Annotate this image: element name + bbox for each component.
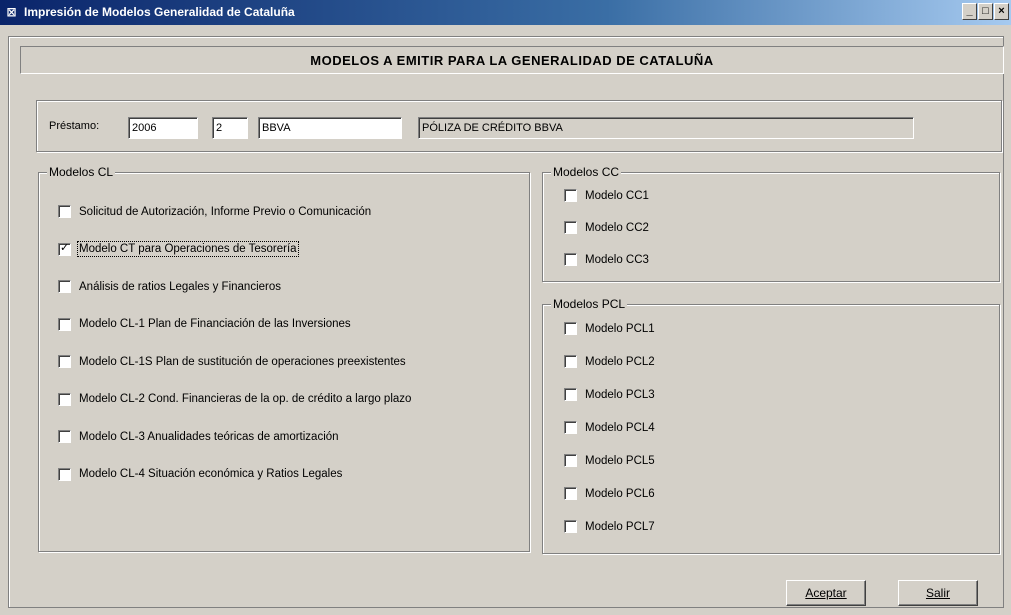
checkbox-label[interactable]: Modelo PCL3 [585, 389, 655, 401]
modelos-pcl-item[interactable]: Modelo PCL3 [564, 388, 655, 401]
page-title: MODELOS A EMITIR PARA LA GENERALIDAD DE … [310, 53, 714, 68]
checkbox-label[interactable]: Solicitud de Autorización, Informe Previ… [79, 206, 371, 218]
checkbox-label[interactable]: Modelo CL-1 Plan de Financiación de las … [79, 318, 351, 330]
close-button[interactable]: × [994, 3, 1009, 20]
checkbox[interactable] [564, 454, 577, 467]
checkbox[interactable] [564, 355, 577, 368]
checkbox-label[interactable]: Modelo CL-4 Situación económica y Ratios… [79, 468, 342, 480]
checkbox[interactable] [564, 487, 577, 500]
checkbox-label[interactable]: Modelo CC2 [585, 222, 649, 234]
modelos-cl-item[interactable]: Modelo CL-1S Plan de sustitución de oper… [58, 355, 406, 368]
checkbox[interactable] [564, 253, 577, 266]
app-icon[interactable]: ⊠ [4, 5, 19, 20]
exit-button-label: Salir [925, 586, 950, 600]
prestamo-year-field[interactable]: 2006 [128, 117, 198, 139]
modelos-cl-item[interactable]: Análisis de ratios Legales y Financieros [58, 280, 281, 293]
checkbox-label[interactable]: Modelo CC3 [585, 254, 649, 266]
checkbox[interactable] [58, 280, 71, 293]
checkbox-label[interactable]: Modelo CL-1S Plan de sustitución de oper… [79, 356, 406, 368]
modelos-cl-item[interactable]: Solicitud de Autorización, Informe Previ… [58, 205, 371, 218]
modelos-pcl-item[interactable]: Modelo PCL5 [564, 454, 655, 467]
modelos-pcl-item[interactable]: Modelo PCL7 [564, 520, 655, 533]
accept-button-label: Aceptar [805, 586, 847, 600]
modelos-pcl-item[interactable]: Modelo PCL4 [564, 421, 655, 434]
modelos-cl-item[interactable]: Modelo CL-1 Plan de Financiación de las … [58, 317, 351, 331]
accept-button[interactable]: Aceptar [786, 580, 866, 606]
modelos-cc-item[interactable]: Modelo CC3 [564, 253, 649, 266]
checkbox-label[interactable]: Modelo CC1 [585, 190, 649, 202]
checkbox-label[interactable]: Análisis de ratios Legales y Financieros [79, 281, 281, 293]
checkbox-label[interactable]: Modelo CL-3 Anualidades teóricas de amor… [79, 431, 339, 443]
checkbox[interactable] [58, 430, 71, 443]
title-bar[interactable]: ⊠ Impresión de Modelos Generalidad de Ca… [0, 0, 1011, 25]
checkbox-label[interactable]: Modelo CL-2 Cond. Financieras de la op. … [79, 393, 411, 405]
checkbox-label[interactable]: Modelo PCL7 [585, 521, 655, 533]
modelos-cc-title: Modelos CC [551, 165, 622, 179]
checkbox-label[interactable]: Modelo PCL2 [585, 356, 655, 368]
checkbox[interactable] [564, 189, 577, 202]
prestamo-description-field: PÓLIZA DE CRÉDITO BBVA [418, 117, 914, 139]
checkbox-label[interactable]: Modelo PCL1 [585, 323, 655, 335]
prestamo-label: Préstamo: [49, 120, 100, 132]
modelos-cl-item[interactable]: Modelo CL-3 Anualidades teóricas de amor… [58, 430, 339, 443]
checkbox[interactable] [58, 205, 71, 218]
header-bar: MODELOS A EMITIR PARA LA GENERALIDAD DE … [20, 46, 1004, 74]
prestamo-number-field[interactable]: 2 [212, 117, 248, 139]
window-title: Impresión de Modelos Generalidad de Cata… [24, 5, 295, 19]
checkbox[interactable] [58, 392, 71, 406]
checkbox-label[interactable]: Modelo CT para Operaciones de Tesorería [77, 241, 299, 257]
modelos-cl-title: Modelos CL [47, 165, 116, 179]
checkbox[interactable] [564, 388, 577, 401]
checkbox[interactable] [58, 241, 71, 256]
checkbox[interactable] [564, 520, 577, 533]
checkbox-label[interactable]: Modelo PCL6 [585, 488, 655, 500]
modelos-cl-item[interactable]: Modelo CT para Operaciones de Tesorería [58, 241, 299, 257]
minimize-button[interactable]: _ [962, 3, 977, 20]
modelos-pcl-item[interactable]: Modelo PCL1 [564, 322, 655, 335]
exit-button[interactable]: Salir [898, 580, 978, 606]
modelos-pcl-title: Modelos PCL [551, 297, 628, 311]
modelos-cc-item[interactable]: Modelo CC2 [564, 221, 649, 234]
checkbox[interactable] [58, 317, 71, 331]
checkbox[interactable] [564, 421, 577, 434]
modelos-pcl-item[interactable]: Modelo PCL6 [564, 487, 655, 500]
checkbox[interactable] [58, 355, 71, 368]
checkbox[interactable] [564, 221, 577, 234]
modelos-cl-item[interactable]: Modelo CL-2 Cond. Financieras de la op. … [58, 392, 411, 406]
checkbox-label[interactable]: Modelo PCL4 [585, 422, 655, 434]
modelos-pcl-item[interactable]: Modelo PCL2 [564, 355, 655, 368]
prestamo-entity-field[interactable]: BBVA [258, 117, 402, 139]
modelos-cl-item[interactable]: Modelo CL-4 Situación económica y Ratios… [58, 467, 342, 481]
checkbox-label[interactable]: Modelo PCL5 [585, 455, 655, 467]
checkbox[interactable] [564, 322, 577, 335]
checkbox[interactable] [58, 467, 71, 481]
maximize-button[interactable]: □ [978, 3, 993, 20]
modelos-cc-item[interactable]: Modelo CC1 [564, 189, 649, 202]
